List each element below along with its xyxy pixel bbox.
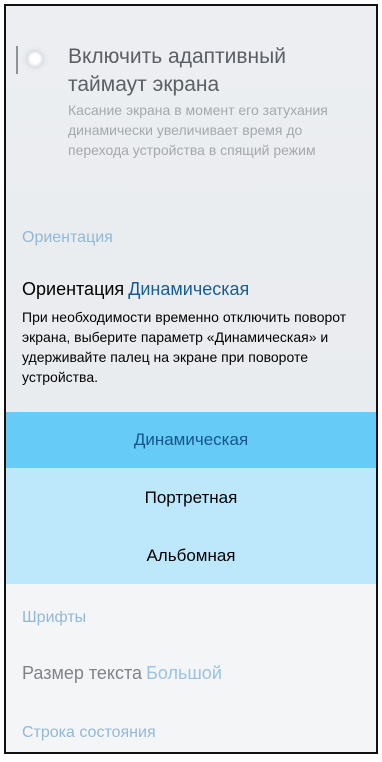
- orientation-label: Ориентация: [22, 279, 125, 299]
- menu-option-portrait[interactable]: Портретная: [6, 470, 376, 526]
- adaptive-timeout-title[interactable]: Включить адаптивный таймаут экрана: [68, 43, 348, 99]
- fonts-section-header: Шрифты: [22, 609, 87, 626]
- adaptive-timeout-description: Касание экрана в момент его затухания ди…: [68, 102, 328, 158]
- text-size-value: Большой: [146, 663, 222, 683]
- menu-option-dynamic[interactable]: Динамическая: [6, 412, 376, 468]
- settings-screen: Включить адаптивный таймаут экрана Касан…: [4, 4, 378, 754]
- text-size-label: Размер текста: [22, 663, 143, 683]
- orientation-description: При необходимости временно отключить пов…: [22, 309, 347, 385]
- scroll-indicator: [16, 46, 18, 74]
- status-bar-section-header: Строка состояния: [22, 724, 156, 741]
- orientation-menu: Динамическая Портретная Альбомная: [6, 412, 376, 584]
- orientation-setting[interactable]: Ориентация Динамическая: [22, 279, 249, 300]
- orientation-section-header: Ориентация: [22, 229, 113, 246]
- text-size-setting[interactable]: Размер текста Большой: [22, 663, 222, 684]
- menu-option-landscape[interactable]: Альбомная: [6, 528, 376, 584]
- adaptive-timeout-toggle[interactable]: [26, 50, 44, 68]
- orientation-value: Динамическая: [128, 279, 250, 299]
